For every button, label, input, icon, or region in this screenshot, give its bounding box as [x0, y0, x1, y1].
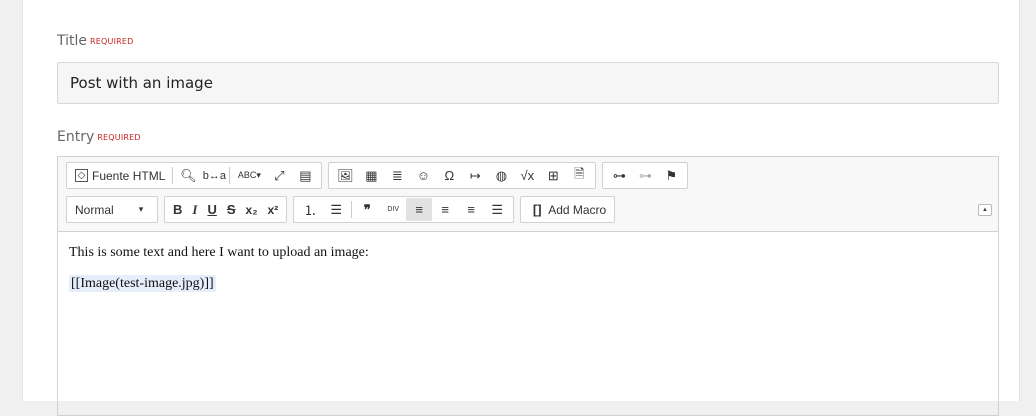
toolbar-group-basic: B I U S x₂ x²	[164, 196, 288, 223]
blockquote-button[interactable]: ❞	[354, 198, 380, 221]
superscript-icon: x²	[267, 202, 279, 217]
collapse-icon: ▲	[982, 207, 988, 213]
document-icon: 🗎	[574, 165, 585, 181]
required-badge: REQUIRED	[90, 37, 134, 46]
spellcheck-button[interactable]: ABC▾	[232, 164, 266, 187]
rich-text-editor: ◇ Fuente HTML 🔍︎ b↔a ABC▾ ⤢ ▤ 🖼︎ ▦ ≣ ☺ Ω…	[57, 156, 999, 416]
bold-button[interactable]: B	[168, 198, 187, 221]
flag-icon: ⚑	[665, 167, 678, 183]
show-blocks-icon: ▤	[299, 167, 312, 183]
entry-label: Entry REQUIRED	[57, 129, 141, 145]
math-button[interactable]: √x	[514, 164, 540, 187]
align-justify-icon: ☰	[491, 201, 504, 217]
underline-icon: U	[207, 202, 217, 217]
table-button[interactable]: ▦	[358, 164, 384, 187]
align-right-button[interactable]: ≡	[458, 198, 484, 221]
anchor-button[interactable]: ⚑	[658, 164, 684, 187]
toolbar-group-tools: ◇ Fuente HTML 🔍︎ b↔a ABC▾ ⤢ ▤	[66, 162, 323, 189]
iframe-button[interactable]: ◍	[488, 164, 514, 187]
format-dropdown[interactable]: Normal ▾	[70, 198, 154, 221]
align-right-icon: ≡	[467, 202, 475, 217]
table-icon: ▦	[365, 167, 378, 183]
spellcheck-icon: ABC▾	[237, 170, 261, 180]
find-button[interactable]: 🔍︎	[175, 164, 201, 187]
toolbar-row-2: Normal ▾ B I U S x₂ x² ⒈ ☰ ❞ DIV ≡ ≡ ≡ ☰…	[66, 196, 621, 223]
toolbar-group-format: Normal ▾	[66, 196, 158, 223]
strike-button[interactable]: S	[222, 198, 241, 221]
sqrt-icon: √x	[520, 168, 535, 183]
quote-icon: ❞	[363, 201, 371, 217]
bold-icon: B	[173, 202, 183, 217]
template-button[interactable]: 🗎	[566, 164, 592, 187]
add-macro-button[interactable]: [] Add Macro	[524, 198, 611, 221]
page-break-button[interactable]: ↦	[462, 164, 488, 187]
title-label: Title REQUIRED	[57, 33, 134, 49]
chevron-down-icon: ▾	[138, 204, 144, 214]
collapse-toolbar-button[interactable]: ▲	[978, 204, 992, 216]
maximize-button[interactable]: ⤢	[266, 164, 292, 187]
show-blocks-button[interactable]: ▤	[292, 164, 318, 187]
horizontal-rule-button[interactable]: ≣	[384, 164, 410, 187]
align-left-button[interactable]: ≡	[406, 198, 433, 221]
image-button[interactable]: 🖼︎	[332, 164, 358, 187]
toolbar-group-macro: [] Add Macro	[520, 196, 616, 223]
form-page: Title REQUIRED Post with an image Entry RE…	[22, 0, 1020, 416]
grid-icon: ⊞	[547, 167, 559, 183]
div-icon: DIV	[387, 206, 400, 213]
required-badge: REQUIRED	[97, 133, 141, 142]
globe-icon: ◍	[495, 167, 508, 183]
title-input[interactable]: Post with an image	[57, 62, 999, 104]
special-char-button[interactable]: Ω	[436, 164, 462, 187]
italic-button[interactable]: I	[187, 198, 202, 221]
underline-button[interactable]: U	[202, 198, 221, 221]
align-center-button[interactable]: ≡	[432, 198, 458, 221]
align-left-icon: ≡	[415, 202, 423, 217]
strike-icon: S	[226, 202, 236, 217]
subscript-button[interactable]: x₂	[241, 198, 263, 221]
unlink-icon: ⊶	[638, 167, 652, 183]
bulleted-list-button[interactable]: ☰	[323, 198, 349, 221]
page-break-icon: ↦	[469, 167, 481, 183]
content-paragraph: [[Image(test-image.jpg)]]	[69, 275, 987, 292]
toolbar-group-links: ⊶ ⊶ ⚑	[602, 162, 689, 189]
grid-button[interactable]: ⊞	[540, 164, 566, 187]
brackets-icon: []	[532, 202, 542, 217]
toolbar-row-1: ◇ Fuente HTML 🔍︎ b↔a ABC▾ ⤢ ▤ 🖼︎ ▦ ≣ ☺ Ω…	[66, 162, 694, 189]
omega-icon: Ω	[444, 168, 455, 183]
link-button[interactable]: ⊶	[606, 164, 632, 187]
subscript-icon: x₂	[245, 202, 258, 217]
align-center-icon: ≡	[441, 202, 449, 217]
horizontal-rule-icon: ≣	[391, 167, 403, 183]
content-paragraph: This is some text and here I want to upl…	[69, 245, 369, 260]
bulleted-list-icon: ☰	[330, 201, 343, 217]
toolbar-group-paragraph: ⒈ ☰ ❞ DIV ≡ ≡ ≡ ☰	[293, 196, 515, 223]
maximize-icon: ⤢	[274, 167, 285, 183]
replace-icon: b↔a	[202, 169, 226, 182]
editor-content[interactable]: This is some text and here I want to upl…	[58, 232, 998, 320]
numbered-list-button[interactable]: ⒈	[297, 198, 323, 221]
image-macro: [[Image(test-image.jpg)]]	[69, 275, 216, 292]
align-justify-button[interactable]: ☰	[484, 198, 510, 221]
link-icon: ⊶	[612, 167, 626, 183]
toolbar-group-insert: 🖼︎ ▦ ≣ ☺ Ω ↦ ◍ √x ⊞ 🗎	[328, 162, 597, 189]
numbered-list-icon: ⒈	[303, 203, 317, 218]
smiley-icon: ☺	[416, 168, 430, 183]
div-button[interactable]: DIV	[380, 198, 406, 221]
italic-icon: I	[192, 201, 198, 217]
replace-button[interactable]: b↔a	[201, 164, 227, 187]
source-button[interactable]: ◇ Fuente HTML	[70, 164, 170, 187]
superscript-button[interactable]: x²	[263, 198, 284, 221]
image-icon: 🖼︎	[337, 167, 354, 183]
smiley-button[interactable]: ☺	[410, 164, 436, 187]
search-icon: 🔍︎	[180, 167, 197, 183]
editor-toolbar: ◇ Fuente HTML 🔍︎ b↔a ABC▾ ⤢ ▤ 🖼︎ ▦ ≣ ☺ Ω…	[58, 157, 998, 232]
unlink-button[interactable]: ⊶	[632, 164, 658, 187]
source-icon: ◇	[75, 169, 88, 182]
